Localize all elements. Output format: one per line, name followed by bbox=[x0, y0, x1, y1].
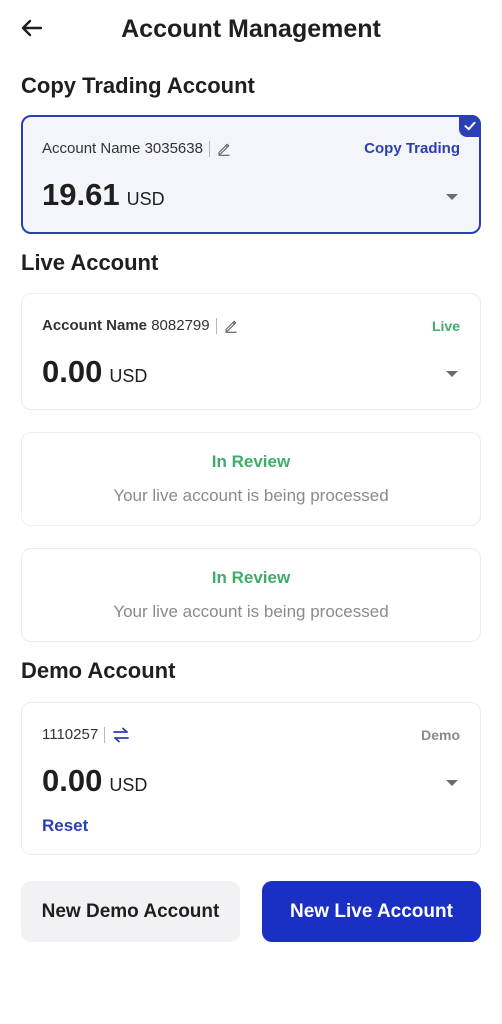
copy-trading-section-title: Copy Trading Account bbox=[21, 73, 255, 98]
live-account-card[interactable]: Account Name 8082799 Live 0.00 USD bbox=[21, 293, 481, 410]
demo-section-title: Demo Account bbox=[21, 658, 176, 683]
header-bar: Account Management bbox=[0, 0, 502, 58]
account-name-label: Account Name bbox=[42, 317, 148, 334]
balance-currency: USD bbox=[109, 366, 148, 386]
account-id: 1110257 bbox=[42, 726, 99, 743]
balance-row: 0.00 USD bbox=[42, 763, 147, 799]
edit-pencil-icon[interactable] bbox=[217, 142, 231, 156]
divider bbox=[104, 727, 106, 743]
chevron-down-icon[interactable] bbox=[446, 780, 458, 786]
divider bbox=[215, 318, 217, 334]
chevron-down-icon[interactable] bbox=[446, 194, 458, 200]
divider bbox=[208, 141, 210, 157]
account-name-label: Account Name bbox=[42, 140, 141, 157]
review-status-message: Your live account is being processed bbox=[113, 602, 389, 621]
account-name-row: Account Name 3035638 bbox=[42, 139, 231, 159]
balance-currency: USD bbox=[109, 775, 148, 795]
review-status-label: In Review bbox=[211, 452, 291, 471]
new-live-account-button[interactable]: New Live Account bbox=[262, 881, 481, 942]
chevron-down-icon[interactable] bbox=[446, 371, 458, 377]
edit-pencil-icon[interactable] bbox=[224, 319, 238, 333]
selected-check-icon bbox=[459, 115, 481, 137]
account-name-row: Account Name 8082799 bbox=[42, 316, 238, 336]
review-status-message: Your live account is being processed bbox=[113, 486, 389, 505]
balance-currency: USD bbox=[126, 189, 165, 209]
account-id: 3035638 bbox=[144, 140, 203, 157]
review-status-card: In Review Your live account is being pro… bbox=[21, 432, 481, 526]
page-title: Account Management bbox=[121, 15, 381, 43]
reset-demo-link[interactable]: Reset bbox=[42, 815, 88, 837]
account-type-badge: Copy Trading bbox=[364, 140, 460, 157]
balance-amount: 19.61 bbox=[42, 177, 120, 212]
new-demo-account-button[interactable]: New Demo Account bbox=[21, 881, 240, 942]
review-status-label: In Review bbox=[211, 568, 291, 587]
live-section-title: Live Account bbox=[21, 250, 159, 275]
balance-row: 19.61 USD bbox=[42, 177, 165, 213]
demo-account-card[interactable]: 1110257 Demo 0.00 USD Reset bbox=[21, 702, 481, 855]
balance-amount: 0.00 bbox=[42, 354, 103, 389]
switch-arrows-icon[interactable] bbox=[112, 727, 130, 743]
review-status-card: In Review Your live account is being pro… bbox=[21, 548, 481, 642]
account-id: 8082799 bbox=[151, 317, 210, 334]
copy-trading-account-card[interactable]: Account Name 3035638 Copy Trading 19.61 … bbox=[21, 115, 481, 234]
account-type-badge: Live bbox=[431, 318, 460, 334]
balance-row: 0.00 USD bbox=[42, 354, 147, 390]
account-type-badge: Demo bbox=[421, 727, 460, 743]
balance-amount: 0.00 bbox=[42, 763, 103, 798]
demo-account-id-row: 1110257 bbox=[42, 725, 130, 745]
